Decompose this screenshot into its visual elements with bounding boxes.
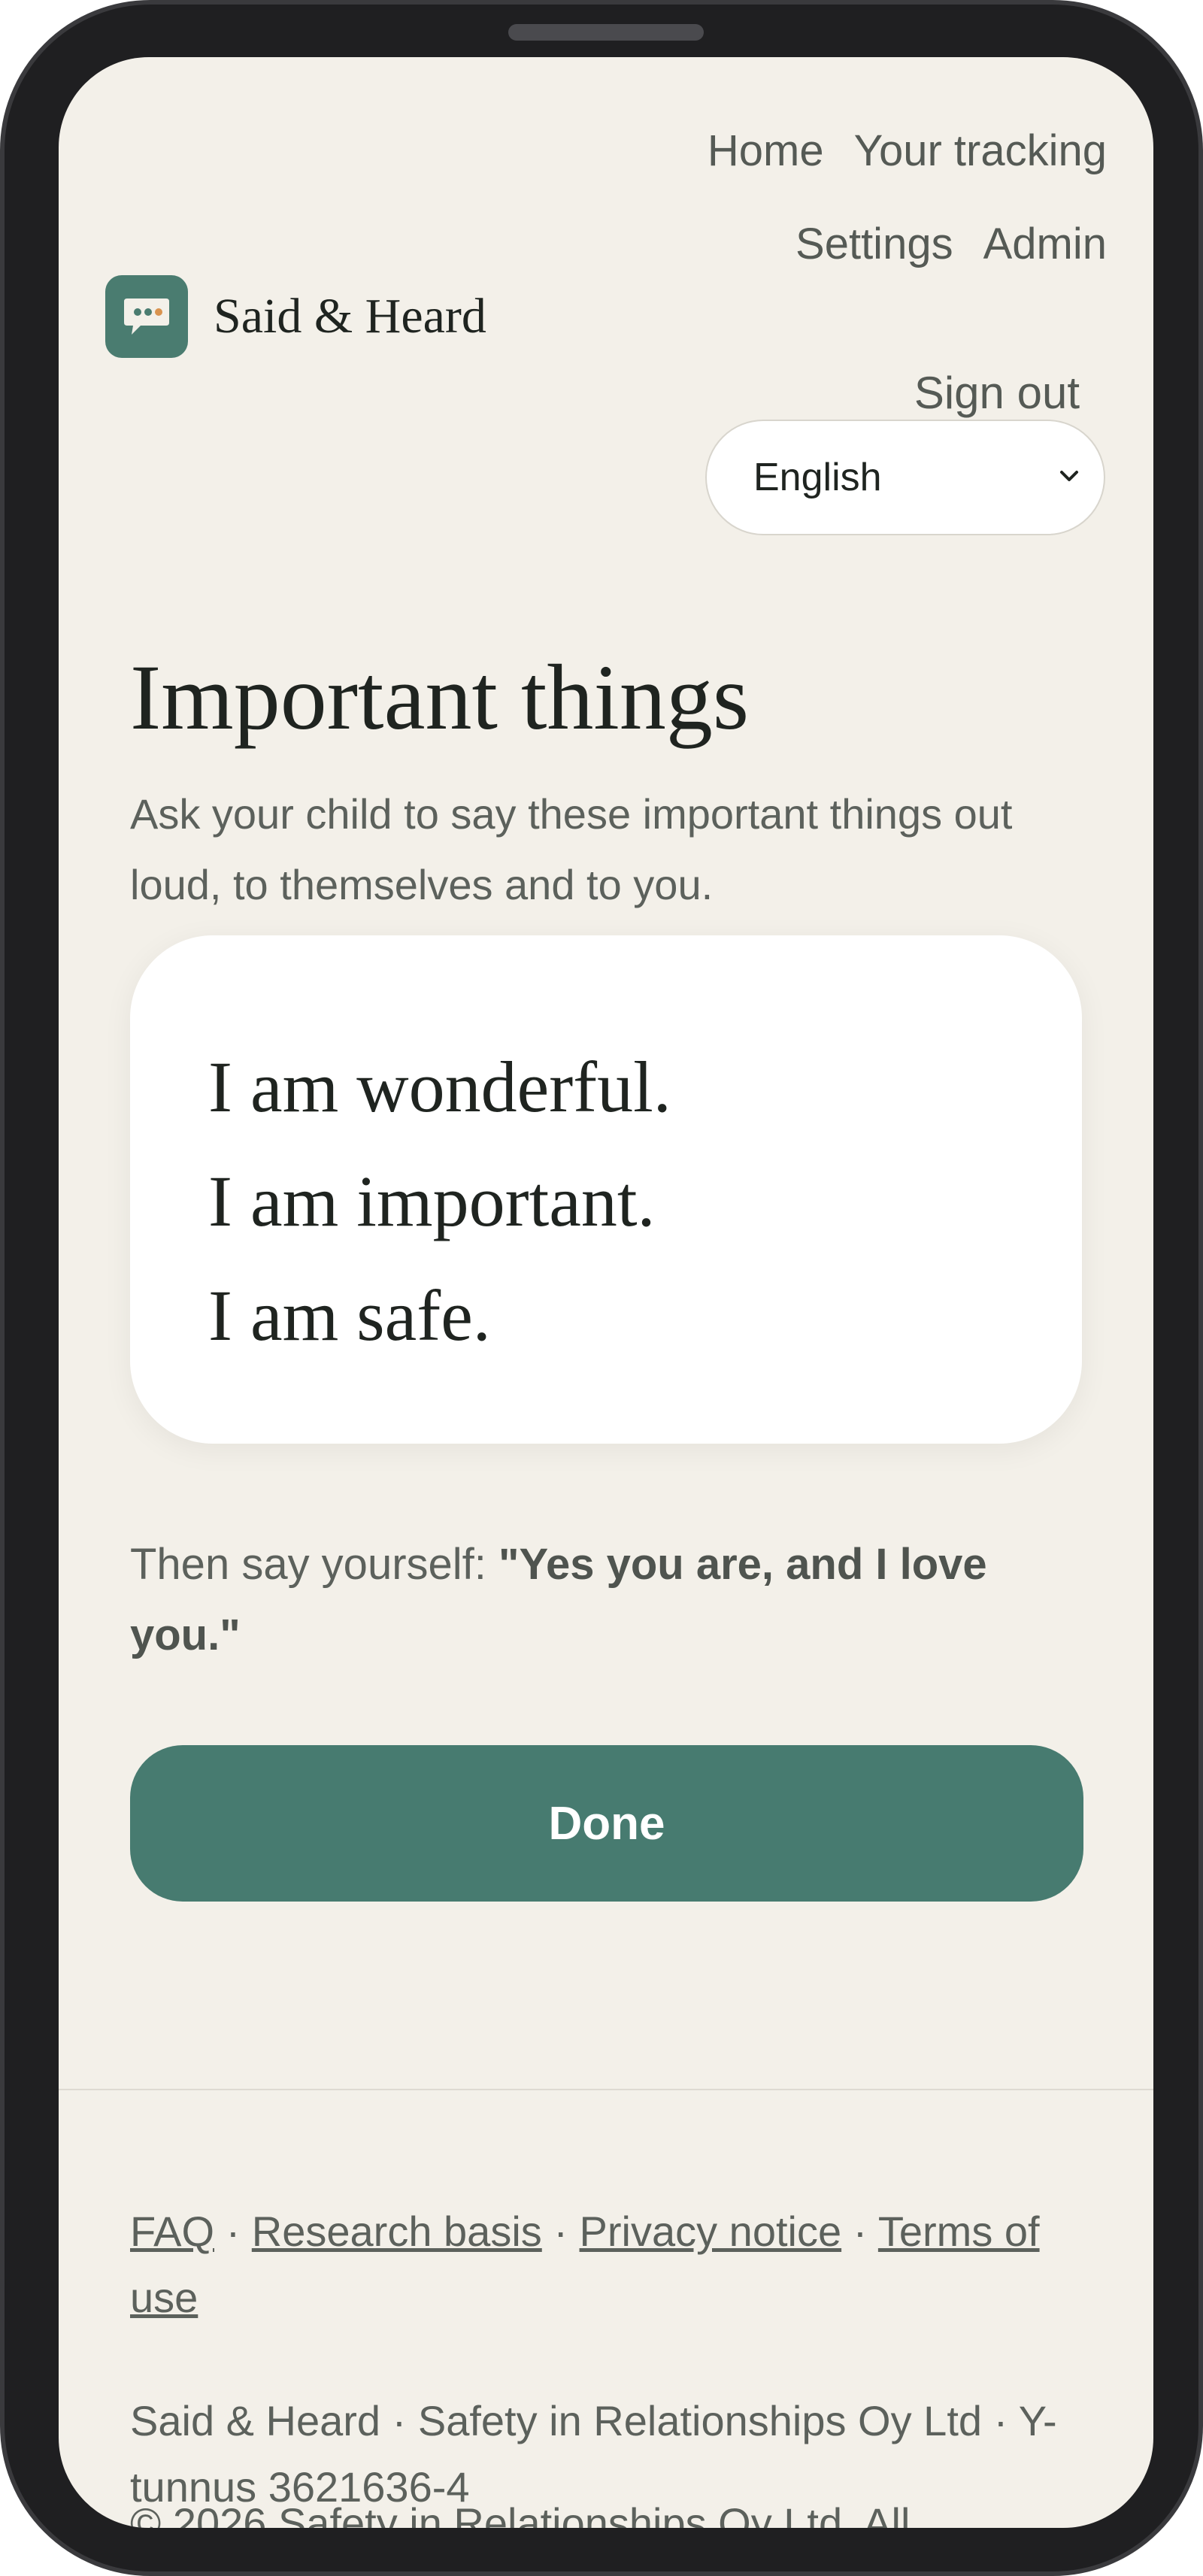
footer-link-privacy-notice[interactable]: Privacy notice <box>580 2208 842 2255</box>
sign-out-button[interactable]: Sign out <box>914 367 1080 419</box>
intro-text: Ask your child to say these important th… <box>130 790 1013 908</box>
footer-separator: · <box>541 2208 580 2255</box>
nav-admin-link[interactable]: Admin <box>983 219 1107 269</box>
footer-link-research-basis[interactable]: Research basis <box>252 2208 542 2255</box>
footer-links: FAQ · Research basis · Privacy notice · … <box>130 2199 1108 2331</box>
top-nav-row-2: Settings Admin <box>795 197 1107 290</box>
chevron-down-icon <box>1053 459 1086 496</box>
brand-name: Said & Heard <box>214 289 486 344</box>
then-say-text: Then say yourself: "Yes you are, and I l… <box>130 1529 1108 1671</box>
brand[interactable]: Said & Heard <box>105 275 486 358</box>
then-say-prefix: Then say yourself: <box>130 1540 498 1589</box>
affirmations-card: I am wonderful. I am important. I am saf… <box>130 935 1082 1444</box>
nav-settings-link[interactable]: Settings <box>795 219 953 269</box>
speech-bubble-icon <box>105 275 188 358</box>
language-select[interactable]: English <box>705 420 1105 535</box>
app-screen: Home Your tracking Settings Admin Said &… <box>59 57 1153 2528</box>
footer-separator: · <box>214 2208 252 2255</box>
affirmation-item: I am safe. <box>208 1275 491 1356</box>
affirmation-item: I am important. <box>208 1161 656 1241</box>
footer-link-faq[interactable]: FAQ <box>130 2208 214 2255</box>
done-button[interactable]: Done <box>130 1745 1083 1902</box>
page-title: Important things <box>130 646 750 749</box>
footer-copyright: © 2026 Safety in Relationships Oy Ltd. A… <box>130 2499 911 2528</box>
top-nav-row-1: Home Your tracking <box>708 104 1107 197</box>
device-frame: Home Your tracking Settings Admin Said &… <box>0 0 1203 2576</box>
affirmation-item: I am wonderful. <box>208 1047 671 1127</box>
footer-divider <box>59 2089 1153 2090</box>
nav-tracking-link[interactable]: Your tracking <box>854 126 1107 176</box>
language-select-value: English <box>753 456 882 499</box>
top-nav: Home Your tracking Settings Admin <box>708 104 1107 290</box>
speaker-notch <box>508 24 704 41</box>
nav-home-link[interactable]: Home <box>708 126 824 176</box>
footer-separator: · <box>841 2208 878 2255</box>
